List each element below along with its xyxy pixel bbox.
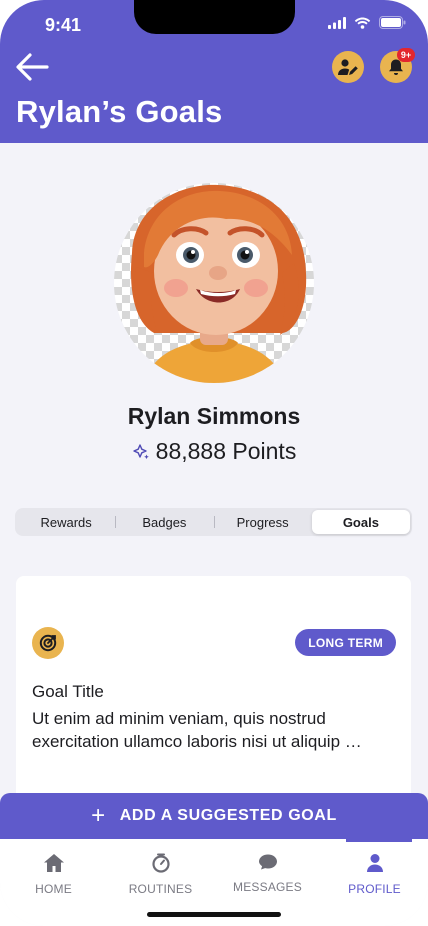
nav-profile[interactable]: PROFILE	[321, 839, 428, 911]
status-icons	[328, 16, 406, 29]
add-suggested-goal-label: ADD A SUGGESTED GOAL	[119, 807, 337, 824]
nav-routines-label: ROUTINES	[128, 882, 193, 896]
profile-name: Rylan Simmons	[127, 403, 301, 429]
nav-messages-label: MESSAGES	[233, 880, 302, 894]
points-value: 88,888 Points	[155, 438, 297, 464]
person-edit-icon	[338, 59, 358, 75]
wifi-icon	[354, 17, 371, 29]
profile-tabs: Rewards Badges Progress Goals	[15, 508, 412, 536]
profile-avatar	[114, 183, 314, 383]
goal-description: Ut enim ad minim veniam, quis nostrud ex…	[32, 709, 362, 751]
tab-rewards[interactable]: Rewards	[17, 510, 115, 534]
nav-routines[interactable]: ROUTINES	[107, 839, 214, 911]
nav-home[interactable]: HOME	[0, 839, 107, 911]
home-indicator	[147, 912, 281, 917]
goal-term-badge: LONG TERM	[295, 629, 396, 656]
app-screen: 9:41 9+ Rylan’s Goals Rylan Simmons 88,8…	[0, 0, 428, 926]
goal-title: Goal Title	[32, 682, 104, 701]
battery-icon	[379, 16, 406, 29]
plus-icon: +	[91, 802, 106, 829]
person-icon	[366, 854, 383, 872]
goal-target-icon	[32, 627, 64, 659]
tab-progress[interactable]: Progress	[213, 510, 312, 534]
home-icon	[43, 854, 64, 872]
chat-bubble-icon	[258, 854, 277, 870]
tab-goals[interactable]: Goals	[311, 510, 410, 534]
page-title: Rylan’s Goals	[16, 94, 223, 129]
nav-messages[interactable]: MESSAGES	[214, 839, 321, 911]
device-notch	[134, 0, 295, 34]
tab-badges[interactable]: Badges	[115, 510, 213, 534]
sparkle-stars-icon	[132, 443, 149, 459]
back-arrow-icon[interactable]	[14, 52, 50, 82]
nav-home-label: HOME	[35, 882, 72, 896]
avatar-illustration	[130, 184, 307, 383]
add-suggested-goal-button[interactable]: + ADD A SUGGESTED GOAL	[0, 793, 428, 839]
edit-profile-button[interactable]	[332, 51, 364, 83]
signal-icon	[328, 16, 346, 29]
nav-profile-label: PROFILE	[348, 882, 401, 896]
header: 9:41 9+ Rylan’s Goals	[0, 0, 428, 143]
status-time: 9:41	[45, 15, 82, 35]
notification-count-badge: 9+	[397, 48, 415, 62]
points-row: 88,888 Points	[0, 438, 428, 465]
goal-card[interactable]: LONG TERM Goal Title Ut enim ad minim ve…	[16, 576, 411, 816]
timer-icon	[151, 853, 170, 873]
